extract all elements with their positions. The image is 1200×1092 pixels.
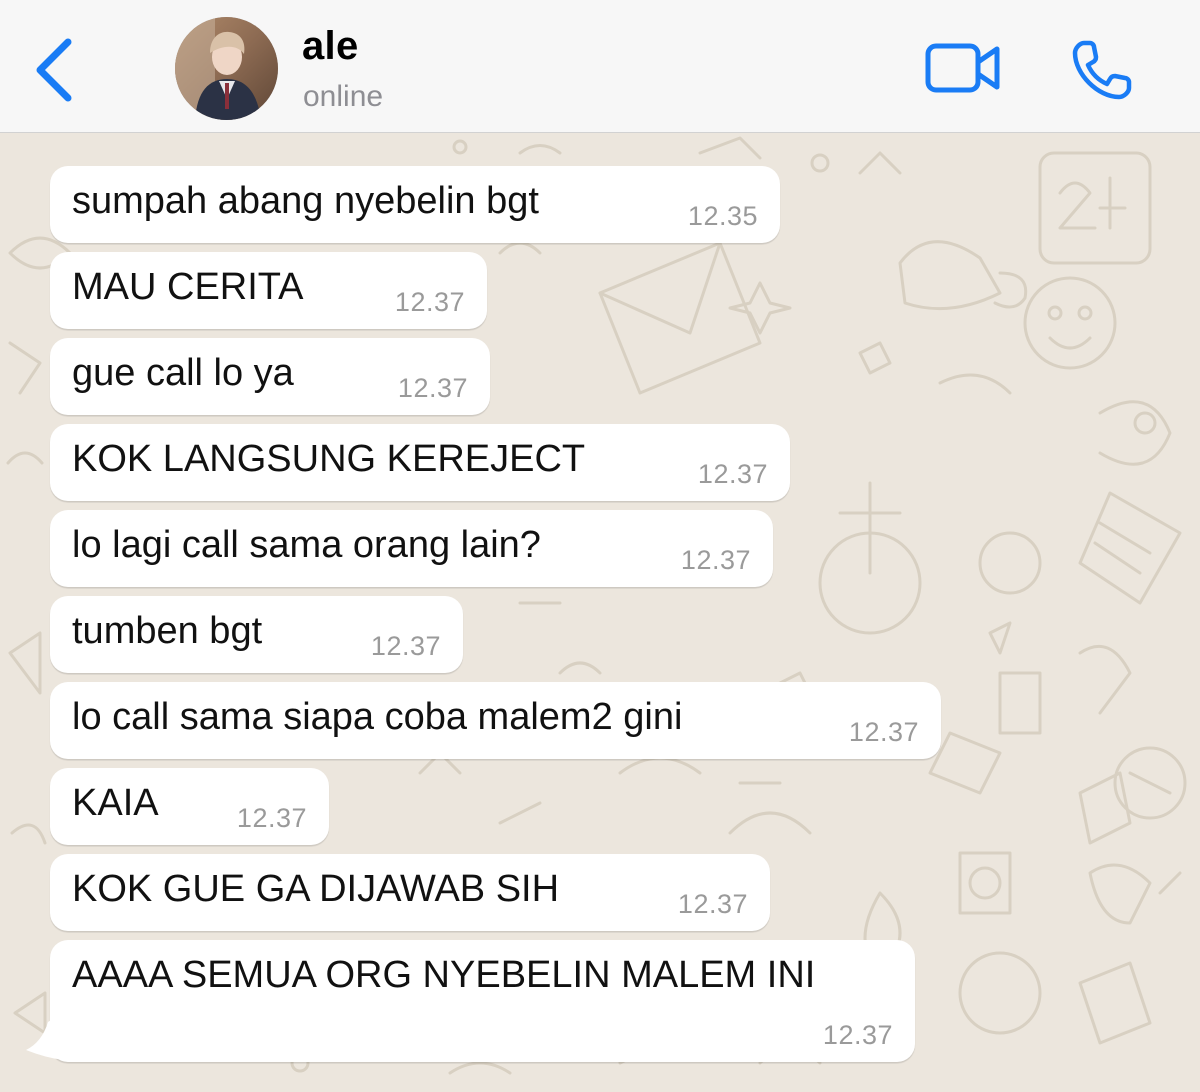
- message-bubble[interactable]: KOK GUE GA DIJAWAB SIH 12.37: [50, 854, 770, 931]
- message-text: AAAA SEMUA ORG NYEBELIN MALEM INI: [72, 954, 816, 996]
- message-bubble[interactable]: KAIA 12.37: [50, 768, 329, 845]
- message-text: sumpah abang nyebelin bgt: [72, 180, 539, 222]
- contact-status: online: [303, 80, 384, 113]
- message-timestamp: 12.37: [394, 287, 465, 317]
- message-timestamp: 12.37: [680, 545, 751, 575]
- message-text: KOK LANGSUNG KEREJECT: [72, 438, 586, 480]
- message-text: lo call sama siapa coba malem2 gini: [72, 696, 683, 738]
- message-bubble[interactable]: lo lagi call sama orang lain? 12.37: [50, 510, 773, 587]
- bubble-tail: [26, 1012, 64, 1060]
- message-timestamp: 12.37: [848, 717, 919, 747]
- message-bubble[interactable]: sumpah abang nyebelin bgt 12.35: [50, 166, 780, 243]
- message-bubble[interactable]: gue call lo ya 12.37: [50, 338, 490, 415]
- message-timestamp: 12.37: [822, 1020, 893, 1050]
- message-timestamp: 12.37: [397, 373, 468, 403]
- chat-area[interactable]: sumpah abang nyebelin bgt 12.35 MAU CERI…: [0, 133, 1200, 1092]
- message-timestamp: 12.37: [236, 803, 307, 833]
- message-timestamp: 12.35: [687, 201, 758, 231]
- message-bubble[interactable]: lo call sama siapa coba malem2 gini 12.3…: [50, 682, 941, 759]
- message-text: tumben bgt: [72, 610, 263, 652]
- chat-header: ale online: [0, 0, 1200, 133]
- voice-call-button[interactable]: [1070, 38, 1134, 102]
- message-bubble[interactable]: tumben bgt 12.37: [50, 596, 463, 673]
- phone-icon: [1072, 40, 1132, 100]
- message-text: lo lagi call sama orang lain?: [72, 524, 541, 566]
- message-timestamp: 12.37: [370, 631, 441, 661]
- message-timestamp: 12.37: [677, 889, 748, 919]
- message-text: KAIA: [72, 782, 159, 824]
- video-camera-icon: [925, 43, 1000, 93]
- message-bubble[interactable]: AAAA SEMUA ORG NYEBELIN MALEM INI 12.37: [50, 940, 915, 1062]
- message-bubble[interactable]: MAU CERITA 12.37: [50, 252, 487, 329]
- back-button[interactable]: [30, 36, 80, 104]
- message-bubble[interactable]: KOK LANGSUNG KEREJECT 12.37: [50, 424, 790, 501]
- message-text: gue call lo ya: [72, 352, 294, 394]
- message-text: KOK GUE GA DIJAWAB SIH: [72, 868, 560, 910]
- message-text: MAU CERITA: [72, 266, 304, 308]
- message-timestamp: 12.37: [697, 459, 768, 489]
- contact-name[interactable]: ale: [302, 24, 359, 69]
- contact-avatar[interactable]: [175, 17, 278, 120]
- video-call-button[interactable]: [924, 40, 1002, 96]
- chevron-left-icon: [36, 38, 72, 102]
